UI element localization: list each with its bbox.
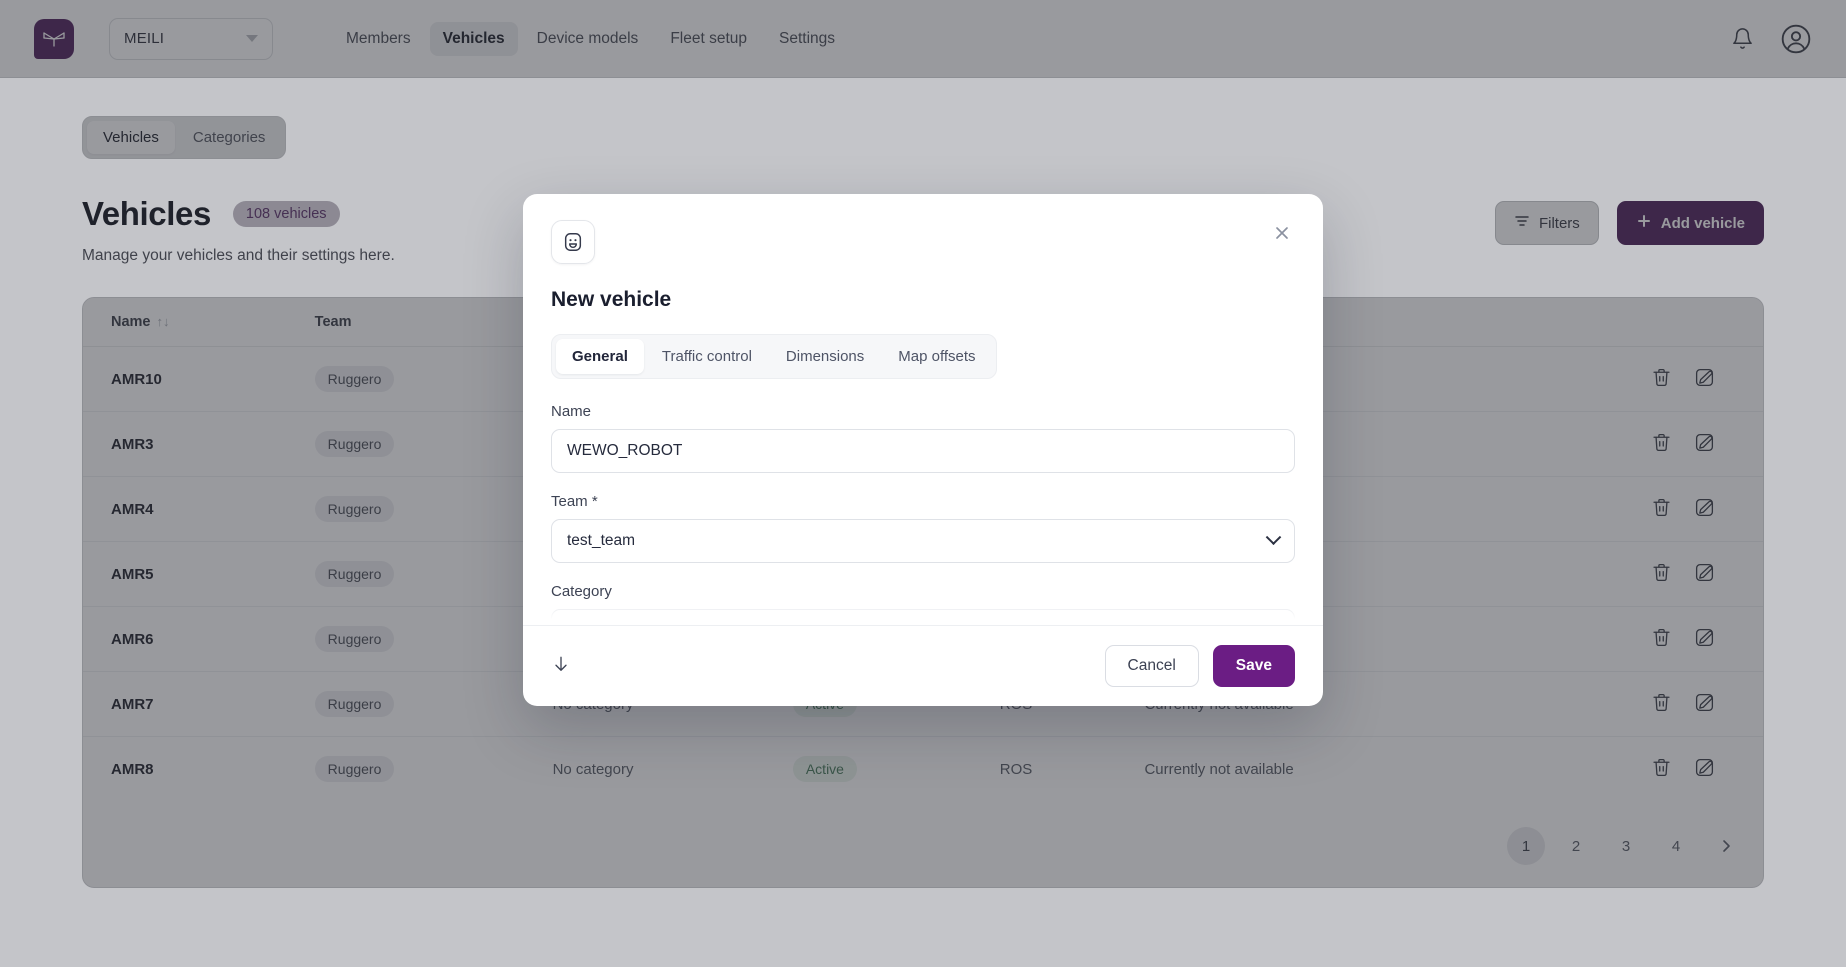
modal-footer-actions: Cancel Save xyxy=(1104,645,1295,687)
team-select[interactable]: test_team xyxy=(551,519,1295,563)
vehicle-name-input[interactable] xyxy=(551,429,1295,473)
form-scroll-fade xyxy=(523,599,1323,625)
robot-face-icon xyxy=(551,220,595,264)
arrow-down-icon[interactable] xyxy=(551,654,571,679)
modal-tabs: General Traffic control Dimensions Map o… xyxy=(551,334,997,379)
field-team: Team * test_team xyxy=(551,493,1295,563)
field-name: Name xyxy=(551,403,1295,473)
field-team-label: Team * xyxy=(551,493,598,510)
modal-tab-traffic-control[interactable]: Traffic control xyxy=(646,339,768,374)
chevron-down-icon xyxy=(1265,528,1282,545)
modal-tab-general[interactable]: General xyxy=(556,339,644,374)
new-vehicle-modal: New vehicle General Traffic control Dime… xyxy=(523,194,1323,706)
save-button[interactable]: Save xyxy=(1212,645,1295,687)
field-name-label: Name xyxy=(551,403,592,420)
modal-header: New vehicle General Traffic control Dime… xyxy=(523,194,1323,379)
modal-tab-map-offsets[interactable]: Map offsets xyxy=(882,339,991,374)
app-root: MEILI Members Vehicles Device models Fle… xyxy=(0,0,1846,967)
modal-tab-dimensions[interactable]: Dimensions xyxy=(770,339,880,374)
modal-footer: Cancel Save xyxy=(523,625,1323,706)
cancel-button[interactable]: Cancel xyxy=(1104,645,1199,687)
field-category-label: Category xyxy=(551,583,612,600)
team-select-value: test_team xyxy=(567,532,636,549)
modal-title: New vehicle xyxy=(551,288,672,311)
modal-form-body: Name Team * test_team Category Custom ma… xyxy=(523,379,1323,625)
close-modal-button[interactable] xyxy=(1269,220,1295,246)
